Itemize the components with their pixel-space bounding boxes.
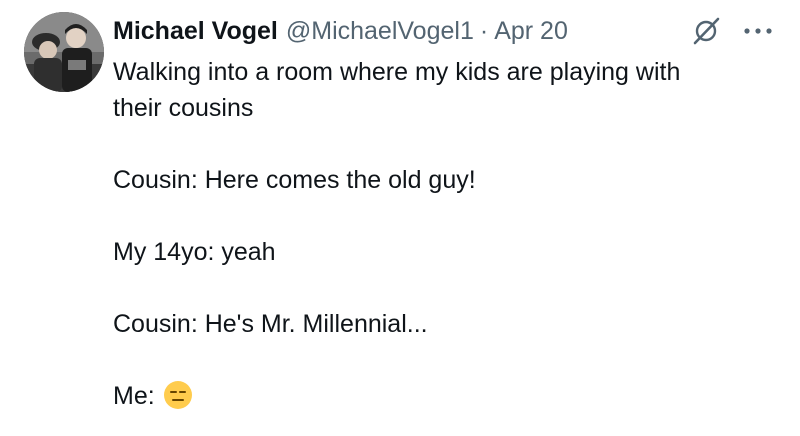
line-break: [113, 342, 773, 378]
header-separator: ·: [479, 16, 489, 45]
tweet-date[interactable]: Apr 20: [494, 17, 568, 46]
tweet-line: Walking into a room where my kids are pl…: [113, 58, 681, 86]
tweet-line: My 14yo: yeah: [113, 238, 276, 266]
line-break: [113, 270, 773, 306]
more-options-icon[interactable]: [738, 16, 778, 46]
line-break: [113, 198, 773, 234]
tweet-line: Cousin: Here comes the old guy!: [113, 166, 476, 194]
line-break: [113, 126, 773, 162]
author-display-name[interactable]: Michael Vogel: [113, 17, 278, 46]
tweet-header: Michael Vogel @MichaelVogel1 · Apr 20: [113, 13, 568, 49]
tweet-line: their cousins: [113, 94, 254, 122]
grok-icon[interactable]: [691, 16, 721, 46]
tweet[interactable]: Michael Vogel @MichaelVogel1 · Apr 20 Wa…: [0, 0, 800, 436]
tweet-last-line: Me:: [113, 378, 773, 414]
expressionless-face-emoji-icon: [163, 380, 193, 410]
tweet-line: Cousin: He's Mr. Millennial...: [113, 310, 428, 338]
tweet-line: Me:: [113, 382, 155, 410]
author-handle[interactable]: @MichaelVogel1: [286, 17, 474, 46]
avatar-photo: [24, 12, 104, 92]
tweet-text: Walking into a room where my kids are pl…: [113, 54, 773, 414]
avatar[interactable]: [24, 12, 104, 92]
